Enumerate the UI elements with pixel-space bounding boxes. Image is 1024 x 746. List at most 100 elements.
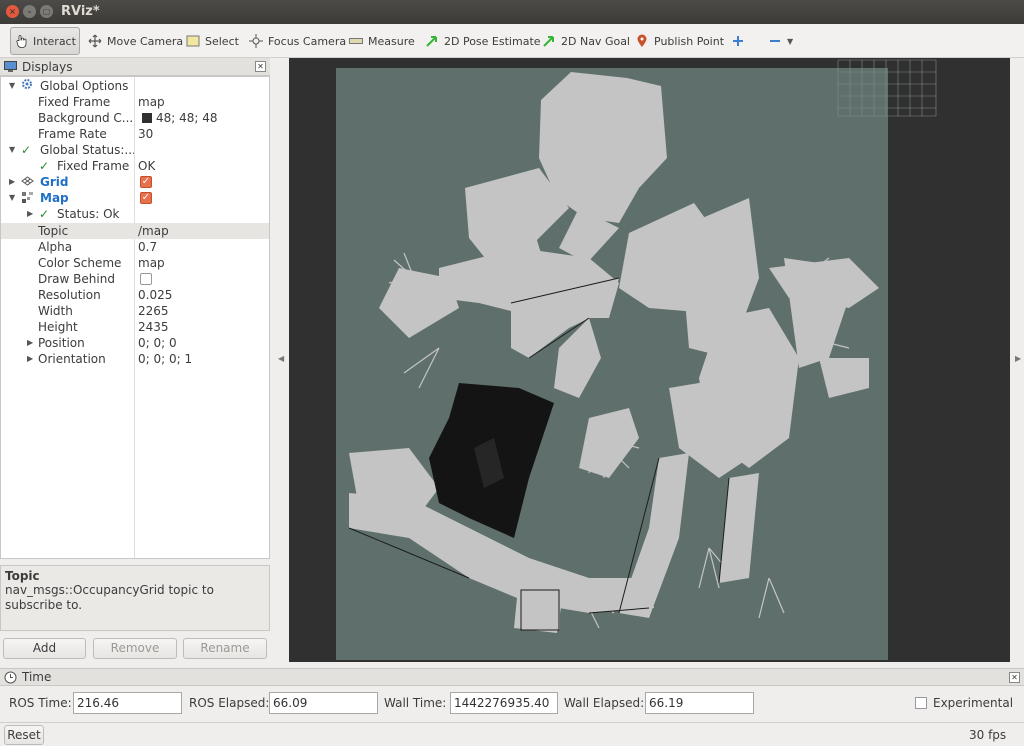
expand-arrow-icon[interactable]: ▼ — [9, 142, 15, 158]
topic-key: Topic — [38, 224, 69, 238]
clock-icon — [4, 671, 17, 687]
publish-point-label: Publish Point — [654, 34, 725, 48]
frame-rate-value[interactable]: 30 — [138, 126, 153, 142]
remove-display-button[interactable]: Remove — [93, 638, 177, 659]
alpha-value[interactable]: 0.7 — [138, 239, 157, 255]
move-camera-label: Move Camera — [107, 34, 184, 48]
interact-label: Interact — [33, 34, 76, 48]
add-display-button[interactable]: Add — [3, 638, 86, 659]
orientation-key: Orientation — [38, 352, 106, 366]
tree-row-alpha[interactable]: Alpha 0.7 — [1, 239, 269, 255]
occupancy-grid-map — [336, 59, 937, 660]
color-swatch — [142, 113, 152, 123]
tree-row-resolution[interactable]: Resolution 0.025 — [1, 287, 269, 303]
expand-arrow-icon[interactable]: ▼ — [9, 190, 15, 206]
tree-row-width[interactable]: Width 2265 — [1, 303, 269, 319]
tree-row-height[interactable]: Height 2435 — [1, 319, 269, 335]
toolbar: Interact Move Camera Select Focus Camera… — [0, 24, 1024, 58]
publish-point-tool-button[interactable]: Publish Point — [630, 27, 728, 55]
displays-tree: ▼ Global Options Fixed Frame map Backgro… — [0, 76, 270, 559]
render-viewport[interactable] — [289, 58, 1010, 662]
wall-time-field[interactable]: 1442276935.40 — [450, 692, 558, 714]
ros-time-field[interactable]: 216.46 — [73, 692, 182, 714]
property-help-box: Topic nav_msgs::OccupancyGrid topic to s… — [0, 565, 270, 631]
2d-pose-estimate-label: 2D Pose Estimate — [444, 34, 541, 48]
expand-arrow-icon[interactable]: ▶ — [9, 174, 15, 190]
remove-tool-menu-button[interactable]: ▼ — [763, 27, 797, 55]
expand-arrow-icon[interactable]: ▶ — [27, 206, 33, 222]
tree-row-status-fixed-frame[interactable]: ✓ Fixed Frame OK — [1, 158, 269, 174]
resolution-value: 0.025 — [138, 288, 173, 302]
tree-row-global-options[interactable]: ▼ Global Options — [1, 78, 269, 94]
reset-button[interactable]: Reset — [4, 725, 44, 745]
tree-row-orientation[interactable]: ▶ Orientation 0; 0; 0; 1 — [1, 351, 269, 367]
measure-icon — [348, 33, 364, 49]
window-titlebar: × – ▢ RViz* — [0, 0, 1024, 24]
tree-row-map-status[interactable]: ▶ ✓ Status: Ok — [1, 206, 269, 222]
tree-row-fixed-frame[interactable]: Fixed Frame map — [1, 94, 269, 110]
draw-behind-checkbox[interactable] — [140, 273, 152, 285]
ros-elapsed-field[interactable]: 66.09 — [269, 692, 378, 714]
minimize-window-button[interactable]: – — [23, 5, 36, 18]
right-panel-splitter[interactable]: ▶ — [1012, 58, 1024, 664]
orientation-value: 0; 0; 0; 1 — [138, 352, 193, 366]
select-tool-button[interactable]: Select — [181, 27, 243, 55]
displays-panel-title: Displays — [22, 60, 73, 74]
background-color-key: Background C... — [38, 111, 132, 125]
expand-arrow-icon[interactable]: ▶ — [27, 335, 33, 351]
fps-readout: 30 fps — [969, 728, 1007, 742]
tree-row-color-scheme[interactable]: Color Scheme map — [1, 255, 269, 271]
focus-camera-tool-button[interactable]: Focus Camera — [244, 27, 350, 55]
displays-panel-header: Displays ✕ — [0, 58, 270, 76]
checkmark-icon: ✓ — [39, 159, 50, 173]
tree-row-map[interactable]: ▼ Map ✓ — [1, 190, 269, 206]
tree-row-global-status[interactable]: ▼ ✓ Global Status:... — [1, 142, 269, 158]
draw-behind-key: Draw Behind — [38, 272, 115, 286]
maximize-window-button[interactable]: ▢ — [40, 5, 53, 18]
grid-enabled-checkbox[interactable]: ✓ — [140, 176, 152, 188]
fixed-frame-value[interactable]: map — [138, 94, 165, 110]
add-tool-button[interactable] — [726, 27, 754, 55]
rename-display-button[interactable]: Rename — [183, 638, 267, 659]
expand-arrow-icon[interactable]: ▼ — [9, 78, 15, 94]
time-panel: ROS Time: 216.46 ROS Elapsed: 66.09 Wall… — [0, 686, 1024, 720]
fixed-frame-key: Fixed Frame — [38, 95, 111, 109]
width-value: 2265 — [138, 304, 169, 318]
experimental-checkbox[interactable] — [915, 697, 927, 709]
measure-tool-button[interactable]: Measure — [344, 27, 419, 55]
2d-pose-estimate-tool-button[interactable]: 2D Pose Estimate — [420, 27, 545, 55]
map-label: Map — [40, 191, 69, 205]
close-displays-panel-button[interactable]: ✕ — [255, 61, 266, 72]
move-camera-icon — [87, 33, 103, 49]
tree-row-position[interactable]: ▶ Position 0; 0; 0 — [1, 335, 269, 351]
background-color-value[interactable]: 48; 48; 48 — [156, 110, 218, 126]
width-key: Width — [38, 304, 73, 318]
wall-time-label: Wall Time: — [384, 696, 447, 710]
tree-row-background-color[interactable]: Background C... 48; 48; 48 — [1, 110, 269, 126]
close-window-button[interactable]: × — [6, 5, 19, 18]
panel-splitter[interactable]: ◀ — [276, 58, 288, 664]
color-scheme-value[interactable]: map — [138, 255, 165, 271]
tree-row-draw-behind[interactable]: Draw Behind — [1, 271, 269, 287]
tree-row-frame-rate[interactable]: Frame Rate 30 — [1, 126, 269, 142]
resolution-key: Resolution — [38, 288, 101, 302]
grid-icon — [21, 175, 34, 191]
collapse-left-icon[interactable]: ◀ — [278, 354, 284, 363]
time-panel-header: Time ✕ — [0, 668, 1024, 686]
topic-value[interactable]: /map — [138, 223, 169, 239]
wall-elapsed-field[interactable]: 66.19 — [645, 692, 754, 714]
2d-nav-goal-tool-button[interactable]: 2D Nav Goal — [537, 27, 634, 55]
tree-row-grid[interactable]: ▶ Grid ✓ — [1, 174, 269, 190]
close-time-panel-button[interactable]: ✕ — [1009, 672, 1020, 683]
window-title: RViz* — [61, 4, 100, 19]
interact-tool-button[interactable]: Interact — [10, 27, 80, 55]
minus-icon — [767, 33, 783, 49]
collapse-right-icon[interactable]: ▶ — [1015, 354, 1021, 363]
move-camera-tool-button[interactable]: Move Camera — [83, 27, 187, 55]
gear-icon — [21, 78, 33, 94]
expand-arrow-icon[interactable]: ▶ — [27, 351, 33, 367]
hand-pointer-icon — [15, 33, 29, 49]
monitor-icon — [4, 61, 17, 76]
map-enabled-checkbox[interactable]: ✓ — [140, 192, 152, 204]
tree-row-topic[interactable]: Topic /map — [1, 223, 269, 239]
